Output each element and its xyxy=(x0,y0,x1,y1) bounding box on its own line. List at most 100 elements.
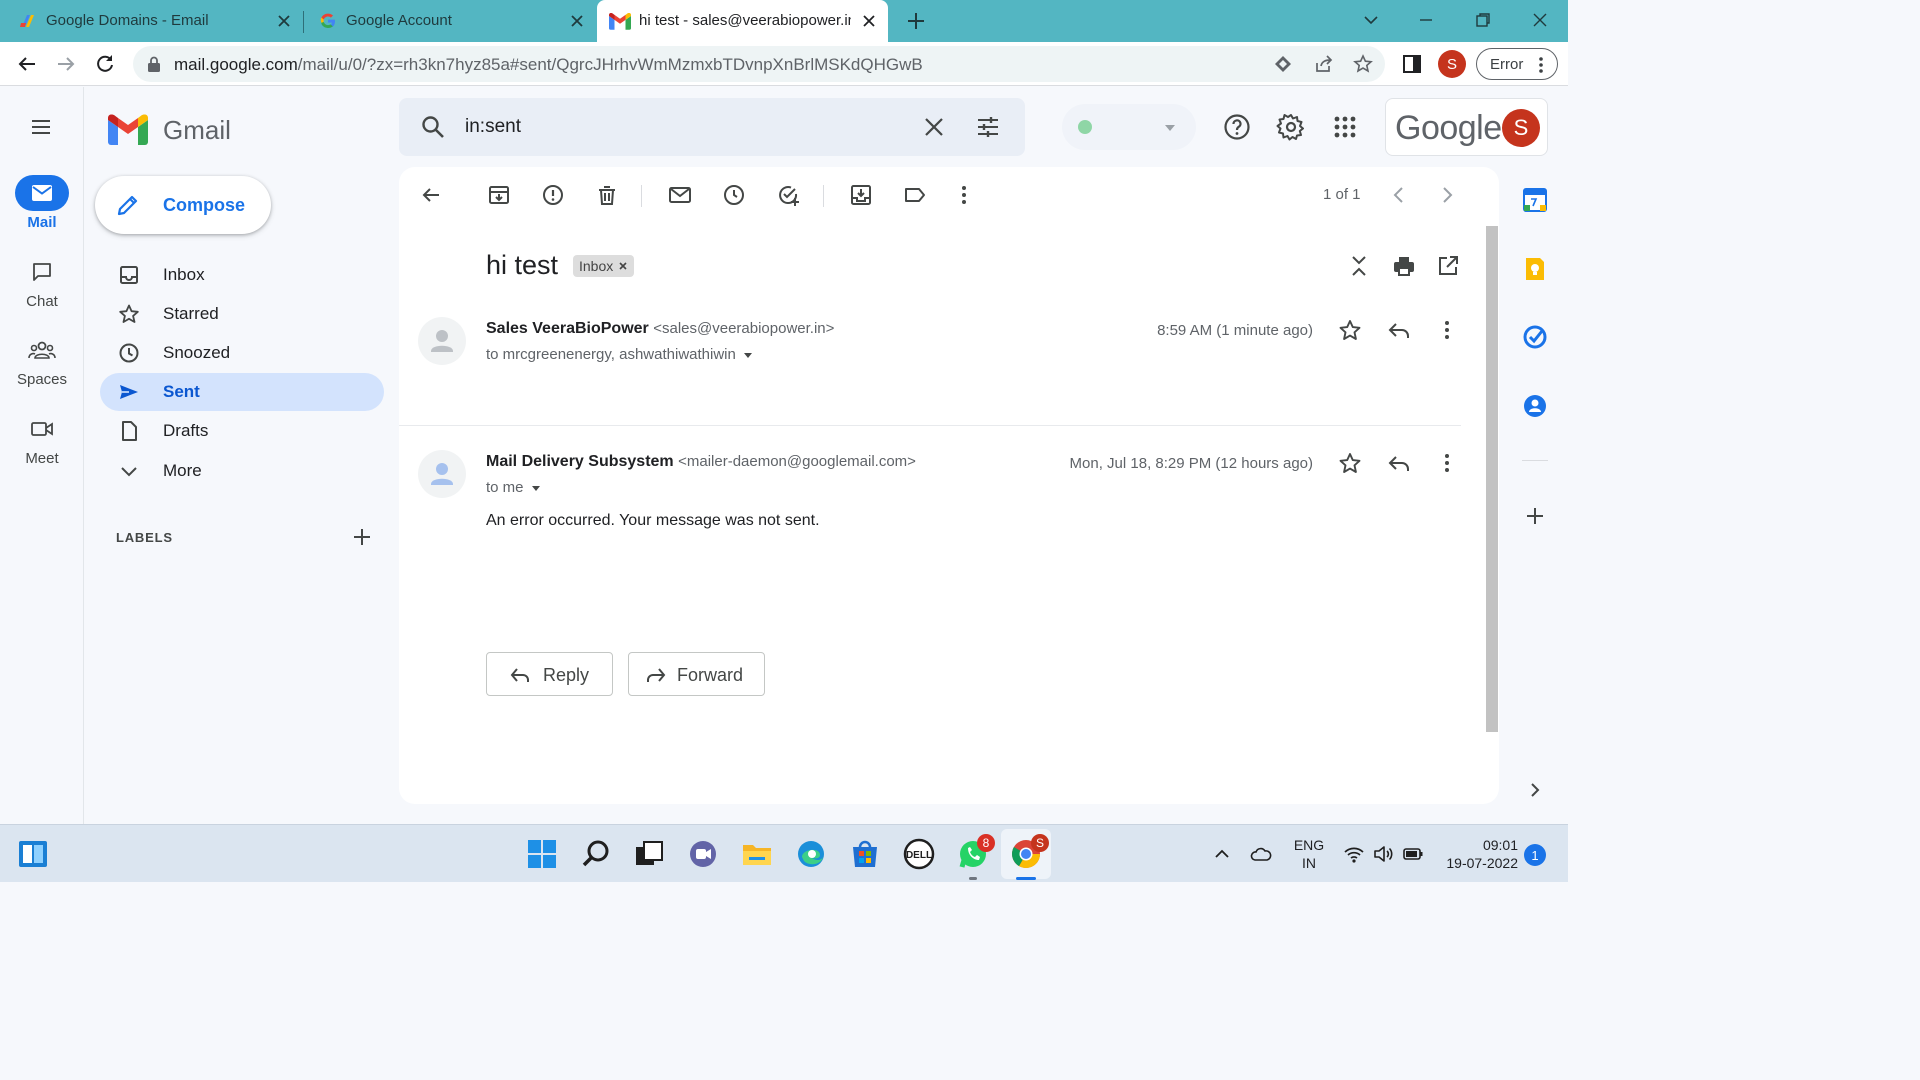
url-text[interactable]: mail.google.com/mail/u/0/?zx=rh3kn7hyz85… xyxy=(174,55,923,75)
snooze-icon[interactable] xyxy=(722,183,746,207)
show-details-caret-icon[interactable] xyxy=(530,482,542,494)
forward-button[interactable]: Forward xyxy=(628,652,765,696)
help-icon[interactable] xyxy=(1222,112,1252,142)
sender-avatar[interactable] xyxy=(418,317,466,365)
wifi-icon[interactable] xyxy=(1343,843,1365,865)
apps-grid-icon[interactable] xyxy=(1330,112,1360,142)
start-windows-icon[interactable] xyxy=(525,837,559,871)
gmail-logo[interactable]: Gmail xyxy=(108,112,231,148)
star-message-icon[interactable] xyxy=(1338,451,1362,475)
scrollbar[interactable] xyxy=(1486,226,1498,732)
tasks-icon[interactable] xyxy=(1522,324,1548,350)
sender-line[interactable]: Mail Delivery Subsystem <mailer-daemon@g… xyxy=(486,453,916,471)
delete-icon[interactable] xyxy=(595,183,619,207)
close-tab-icon[interactable] xyxy=(860,12,878,30)
rail-item-meet[interactable]: Meet xyxy=(0,411,84,467)
keep-icon[interactable] xyxy=(1522,256,1548,282)
nav-item-drafts[interactable]: Drafts xyxy=(100,412,384,450)
volume-icon[interactable] xyxy=(1372,843,1394,865)
status-selector[interactable] xyxy=(1062,104,1196,150)
close-tab-icon[interactable] xyxy=(275,12,293,30)
minimize-icon[interactable] xyxy=(1414,8,1438,32)
report-spam-icon[interactable] xyxy=(541,183,565,207)
recipients-line[interactable]: to me xyxy=(486,479,542,496)
google-account-box[interactable]: Google S xyxy=(1385,98,1548,156)
reply-icon[interactable] xyxy=(1387,451,1411,475)
clear-search-icon[interactable] xyxy=(921,114,947,140)
restore-icon[interactable] xyxy=(1471,8,1495,32)
sender-avatar[interactable] xyxy=(418,450,466,498)
close-tab-icon[interactable] xyxy=(568,12,586,30)
side-panel-icon[interactable] xyxy=(1401,53,1423,75)
older-chevron-right-icon[interactable] xyxy=(1435,183,1459,207)
more-options-icon[interactable] xyxy=(952,183,976,207)
label-tag-icon[interactable] xyxy=(903,183,927,207)
recipients-line[interactable]: to mrcgreenenergy, ashwathiwathiwin xyxy=(486,346,754,363)
more-message-options-icon[interactable] xyxy=(1435,318,1459,342)
search-icon[interactable] xyxy=(579,837,613,871)
search-input[interactable] xyxy=(465,113,865,141)
tab-hi-test[interactable]: hi test - sales@veerabiopower.in xyxy=(597,0,888,42)
input-language-indicator[interactable]: ENG IN xyxy=(1292,836,1326,872)
account-avatar[interactable]: S xyxy=(1502,109,1540,147)
nav-item-inbox[interactable]: Inbox xyxy=(100,256,384,294)
browser-profile-avatar[interactable]: S xyxy=(1438,50,1466,78)
sender-line[interactable]: Sales VeeraBioPower <sales@veerabiopower… xyxy=(486,320,834,338)
close-window-icon[interactable] xyxy=(1528,8,1552,32)
remove-label-icon[interactable] xyxy=(618,261,628,271)
task-view-icon[interactable] xyxy=(632,837,666,871)
nav-item-snoozed[interactable]: Snoozed xyxy=(100,334,384,372)
tab-search-chevron-icon[interactable] xyxy=(1359,8,1383,32)
notification-count-badge[interactable]: 1 xyxy=(1524,844,1546,866)
bookmark-star-icon[interactable] xyxy=(1353,54,1373,74)
hide-side-panel-chevron-icon[interactable] xyxy=(1522,777,1548,803)
nav-item-more[interactable]: More xyxy=(100,452,384,490)
reply-button[interactable]: Reply xyxy=(486,652,613,696)
system-clock[interactable]: 09:01 19-07-2022 xyxy=(1432,836,1518,872)
forward-icon[interactable] xyxy=(54,52,78,76)
nav-item-sent[interactable]: Sent xyxy=(100,373,384,411)
dell-icon[interactable]: DELL xyxy=(902,837,936,871)
add-label-icon[interactable] xyxy=(350,525,374,549)
reload-icon[interactable] xyxy=(93,52,117,76)
lock-icon[interactable] xyxy=(147,56,161,72)
get-addons-plus-icon[interactable] xyxy=(1522,503,1548,529)
share-icon[interactable] xyxy=(1314,54,1334,74)
rail-item-spaces[interactable]: Spaces xyxy=(0,332,84,388)
battery-icon[interactable] xyxy=(1402,843,1424,865)
back-icon[interactable] xyxy=(15,52,39,76)
search-icon[interactable] xyxy=(419,113,447,141)
main-menu-icon[interactable] xyxy=(29,115,53,139)
file-explorer-icon[interactable] xyxy=(740,837,774,871)
browser-error-button[interactable]: Error xyxy=(1476,48,1558,80)
settings-gear-icon[interactable] xyxy=(1276,112,1306,142)
archive-icon[interactable] xyxy=(487,183,511,207)
rail-item-chat[interactable]: Chat xyxy=(0,254,84,310)
newer-chevron-left-icon[interactable] xyxy=(1387,183,1411,207)
omnibox[interactable]: mail.google.com/mail/u/0/?zx=rh3kn7hyz85… xyxy=(133,46,1385,82)
open-new-window-icon[interactable] xyxy=(1436,254,1460,278)
teams-chat-icon[interactable] xyxy=(686,837,720,871)
back-to-list-icon[interactable] xyxy=(419,183,443,207)
search-options-icon[interactable] xyxy=(975,114,1001,140)
inbox-label-chip[interactable]: Inbox xyxy=(573,255,635,277)
move-to-icon[interactable] xyxy=(849,183,873,207)
new-tab-icon[interactable] xyxy=(904,9,928,33)
more-message-options-icon[interactable] xyxy=(1435,451,1459,475)
show-hidden-icons-chevron-icon[interactable] xyxy=(1211,843,1233,865)
calendar-icon[interactable] xyxy=(1522,187,1548,213)
add-to-tasks-icon[interactable] xyxy=(776,183,800,207)
reply-icon[interactable] xyxy=(1387,318,1411,342)
nav-item-starred[interactable]: Starred xyxy=(100,295,384,333)
extension-diamond-icon[interactable] xyxy=(1273,54,1293,74)
mark-unread-icon[interactable] xyxy=(668,183,692,207)
widgets-icon[interactable] xyxy=(17,838,49,870)
print-icon[interactable] xyxy=(1392,254,1416,278)
star-message-icon[interactable] xyxy=(1338,318,1362,342)
tab-google-account[interactable]: Google Account xyxy=(304,0,596,42)
edge-browser-icon[interactable] xyxy=(794,837,828,871)
contacts-icon[interactable] xyxy=(1522,393,1548,419)
microsoft-store-icon[interactable] xyxy=(848,837,882,871)
collapse-all-icon[interactable] xyxy=(1347,254,1371,278)
compose-button[interactable]: Compose xyxy=(95,176,271,234)
